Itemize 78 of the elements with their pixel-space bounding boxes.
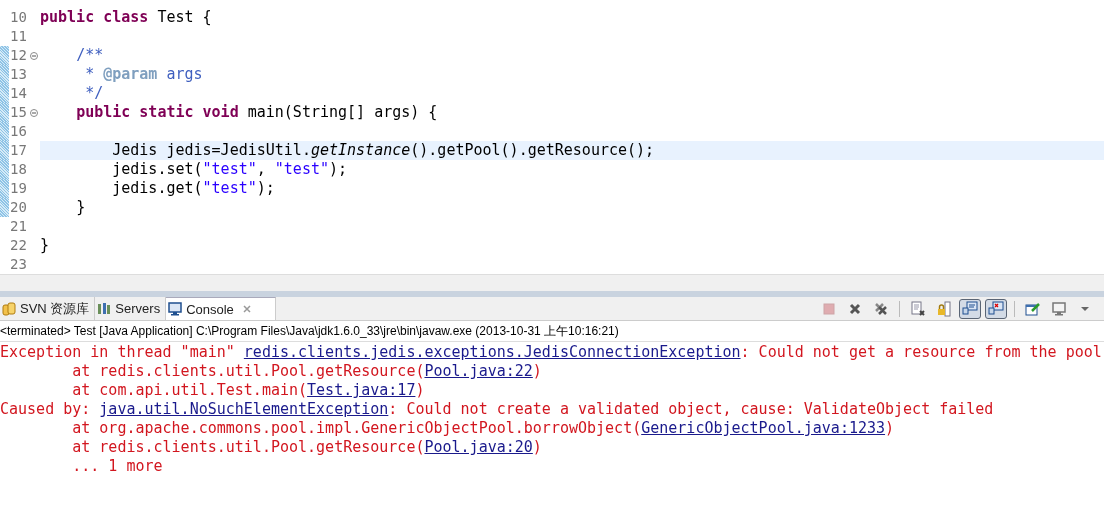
- view-tab[interactable]: Console: [166, 297, 276, 320]
- line-number: 14: [9, 84, 28, 103]
- close-icon[interactable]: [241, 304, 252, 314]
- change-marker: [0, 103, 9, 122]
- stack-trace-link[interactable]: GenericObjectPool.java:1233: [641, 419, 886, 437]
- code-text: );: [329, 160, 348, 178]
- line-number: 15: [9, 103, 28, 122]
- monitor-icon[interactable]: [1051, 300, 1067, 317]
- collapse-icon[interactable]: [30, 108, 38, 117]
- comment-text: */: [85, 84, 104, 102]
- stack-trace-link[interactable]: Pool.java:22: [424, 362, 533, 380]
- change-marker: [0, 84, 9, 103]
- line-number: 20: [9, 198, 28, 217]
- change-marker: [0, 122, 9, 141]
- code-text: }: [40, 236, 50, 254]
- code-text: );: [256, 179, 275, 197]
- line-number: 10: [9, 8, 28, 27]
- keyword: public: [76, 103, 131, 121]
- error-text: : Could not get a resource from the pool: [740, 343, 1102, 361]
- javadoc-tag: @param: [103, 65, 158, 83]
- keyword: public: [40, 8, 95, 26]
- collapse-icon[interactable]: [30, 51, 38, 60]
- error-text: at redis.clients.util.Pool.getResource(: [72, 362, 425, 380]
- change-marker: [0, 46, 9, 65]
- error-text: at org.apache.commons.pool.impl.GenericObjectPool.borrowObject(: [72, 419, 642, 437]
- keyword: static: [139, 103, 194, 121]
- error-text: ... 1 more: [72, 457, 163, 475]
- stack-trace-link[interactable]: Test.java:17: [307, 381, 416, 399]
- servers-icon: [97, 301, 112, 316]
- change-marker: [0, 160, 9, 179]
- line-number: 21: [9, 217, 28, 236]
- stack-trace-link[interactable]: Pool.java:20: [424, 438, 533, 456]
- line-number: 12: [9, 46, 28, 65]
- line-number: 17: [9, 141, 28, 160]
- error-text: ): [532, 438, 542, 456]
- comment-text: args: [166, 65, 203, 83]
- line-number: 22: [9, 236, 28, 255]
- change-marker: [0, 141, 9, 160]
- database-icon: [2, 301, 16, 316]
- change-marker: [0, 179, 9, 198]
- code-text: jedis.set(: [112, 160, 203, 178]
- code-text: Jedis jedis=JedisUtil.: [112, 141, 311, 159]
- line-number: 13: [9, 65, 28, 84]
- error-text: Exception in thread "main": [0, 343, 235, 361]
- stack-trace-link[interactable]: redis.clients.jedis.exceptions.JedisConnectionException: [243, 343, 741, 361]
- string-literal: "test": [202, 179, 257, 197]
- line-number: 16: [9, 122, 28, 141]
- monitor-icon: [168, 302, 183, 316]
- code-text: ,: [256, 160, 266, 178]
- window-pen-icon[interactable]: [1025, 300, 1041, 317]
- line-number: 11: [9, 27, 28, 46]
- error-text: at redis.clients.util.Pool.getResource(: [72, 438, 425, 456]
- error-text: ): [532, 362, 542, 380]
- view-tab[interactable]: SVN 资源库: [0, 297, 96, 320]
- error-text: ): [885, 419, 895, 437]
- horizontal-scrollbar[interactable]: [0, 274, 1104, 291]
- code-text: ().getPool().getResource();: [410, 141, 655, 159]
- error-text: Caused by:: [0, 400, 91, 418]
- code-text: main(String[] args) {: [247, 103, 438, 121]
- string-literal: "test": [202, 160, 257, 178]
- code-text: Test {: [157, 8, 212, 26]
- comment-text: /**: [76, 46, 104, 64]
- error-text: : Could not create a validated object, cause: ValidateObject failed: [388, 400, 994, 418]
- error-text: ): [415, 381, 425, 399]
- error-text: at com.api.util.Test.main(: [72, 381, 308, 399]
- line-number: 18: [9, 160, 28, 179]
- method-call: getInstance: [310, 141, 411, 159]
- line-number: 19: [9, 179, 28, 198]
- code-text: }: [76, 198, 86, 216]
- string-literal: "test": [274, 160, 329, 178]
- change-marker: [0, 65, 9, 84]
- code-text: jedis.get(: [112, 179, 203, 197]
- keyword: class: [103, 8, 149, 26]
- stack-trace-link[interactable]: java.util.NoSuchElementException: [99, 400, 389, 418]
- keyword: void: [202, 103, 239, 121]
- change-marker: [0, 198, 9, 217]
- comment-text: *: [85, 65, 95, 83]
- line-number: 23: [9, 255, 28, 274]
